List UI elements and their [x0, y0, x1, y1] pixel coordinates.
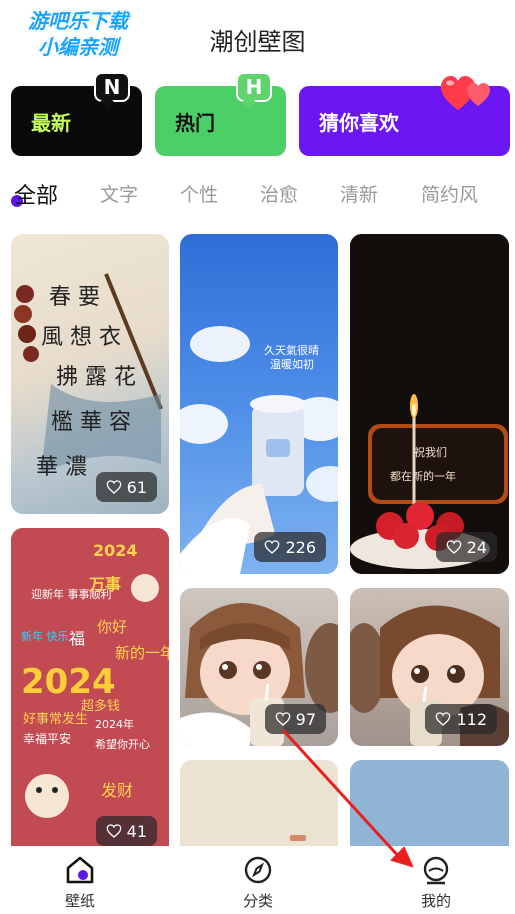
new-badge-icon: N	[94, 72, 130, 110]
nav-category[interactable]: 分类	[218, 854, 298, 911]
wallpaper-home-icon	[66, 856, 94, 884]
latest-card[interactable]: 最新 N	[11, 72, 142, 156]
heart-icon	[106, 824, 121, 838]
like-count: 41	[126, 821, 147, 841]
tab-fresh[interactable]: 清新	[340, 180, 378, 207]
svg-text:春 要: 春 要	[49, 285, 100, 310]
wallpaper-tile[interactable]	[180, 760, 338, 860]
svg-text:拂 露 花: 拂 露 花	[56, 365, 136, 390]
nav-category-label: 分类	[242, 892, 273, 910]
tab-minimal[interactable]: 简约风	[421, 180, 478, 207]
cup-sky-artwork: 久天氣很晴 温暖如初	[180, 326, 338, 574]
heart-icon	[436, 712, 451, 726]
nav-wallpaper[interactable]: 壁纸	[40, 854, 120, 911]
svg-text:2024: 2024	[21, 662, 116, 702]
svg-text:都在新的一年: 都在新的一年	[390, 469, 456, 483]
svg-text:祝我们: 祝我们	[414, 445, 447, 459]
like-count: 226	[285, 537, 316, 557]
like-count: 61	[126, 477, 147, 497]
nav-mine[interactable]: 我的	[396, 854, 476, 911]
like-count-badge: 41	[95, 816, 157, 846]
svg-text:風 想 衣: 風 想 衣	[41, 325, 121, 350]
new-year-artwork: 2024 迎新年 事事顺利 万事 新年 快乐 福 你好 新的一年 2024 好事…	[11, 528, 169, 858]
svg-text:久天氣很晴: 久天氣很晴	[264, 343, 319, 357]
svg-text:希望你开心: 希望你开心	[95, 737, 150, 751]
latest-card-label: 最新	[31, 110, 71, 135]
wallpaper-tile[interactable]: 久天氣很晴 温暖如初 226	[180, 234, 338, 574]
svg-text:温暖如初: 温暖如初	[270, 357, 314, 371]
like-count-badge: 226	[254, 532, 326, 562]
svg-text:新年 快乐: 新年 快乐	[21, 629, 69, 643]
svg-text:檻 華 容: 檻 華 容	[51, 410, 131, 435]
wallpaper-tile[interactable]: 祝我们 都在新的一年 24	[350, 234, 509, 574]
candle-cake-artwork: 祝我们 都在新的一年	[350, 234, 509, 574]
hot-badge-icon: H	[236, 72, 272, 110]
heart-icon	[446, 540, 461, 554]
svg-text:2024年: 2024年	[95, 717, 134, 731]
like-count: 24	[466, 537, 487, 557]
nav-wallpaper-label: 壁纸	[64, 892, 95, 910]
like-count-badge: 112	[425, 704, 497, 734]
hearts-icon	[441, 76, 490, 110]
like-count-badge: 61	[95, 472, 157, 502]
tab-healing[interactable]: 治愈	[260, 180, 298, 207]
wallpaper-tile[interactable]	[350, 760, 509, 860]
hot-card-label: 热门	[175, 110, 215, 135]
tab-personality[interactable]: 个性	[180, 180, 218, 207]
svg-text:超多钱: 超多钱	[81, 698, 120, 714]
svg-text:好事常发生: 好事常发生	[23, 711, 88, 727]
heart-icon	[265, 540, 280, 554]
svg-text:新的一年: 新的一年	[115, 644, 169, 662]
svg-text:万事: 万事	[88, 575, 121, 594]
profile-icon	[423, 856, 449, 885]
nav-mine-label: 我的	[420, 892, 451, 910]
page-title: 潮创壁图	[209, 28, 306, 56]
svg-text:发财: 发财	[101, 781, 133, 800]
tab-all[interactable]: 全部	[14, 178, 58, 210]
svg-text:2024: 2024	[93, 541, 138, 560]
compass-icon	[244, 856, 272, 884]
wallpaper-tile[interactable]: 春 要 風 想 衣 拂 露 花 檻 華 容 華 濃 61	[11, 234, 169, 514]
like-count-badge: 24	[435, 532, 497, 562]
tab-text[interactable]: 文字	[100, 180, 138, 207]
wallpaper-tile[interactable]: 2024 迎新年 事事顺利 万事 新年 快乐 福 你好 新的一年 2024 好事…	[11, 528, 169, 858]
guess-you-like-label: 猜你喜欢	[319, 110, 399, 135]
category-tabs: 全部 文字 个性 治愈 清新 简约风	[0, 180, 515, 214]
like-count: 112	[456, 709, 487, 729]
svg-text:幸福平安: 幸福平安	[23, 731, 71, 746]
bottom-nav: 壁纸 分类 我的	[0, 846, 515, 914]
svg-text:福: 福	[69, 629, 85, 648]
wallpaper-tile[interactable]: 97	[180, 588, 338, 746]
like-count-badge: 97	[264, 704, 326, 734]
wallpaper-tile[interactable]: 112	[350, 588, 509, 746]
svg-text:你好: 你好	[97, 618, 127, 636]
guess-you-like-card[interactable]: 猜你喜欢	[299, 76, 510, 156]
heart-icon	[106, 480, 121, 494]
heart-icon	[275, 712, 290, 726]
hot-card[interactable]: 热门 H	[155, 72, 286, 156]
svg-text:華 濃: 華 濃	[36, 455, 87, 480]
like-count: 97	[295, 709, 316, 729]
beige-artwork	[290, 835, 306, 841]
